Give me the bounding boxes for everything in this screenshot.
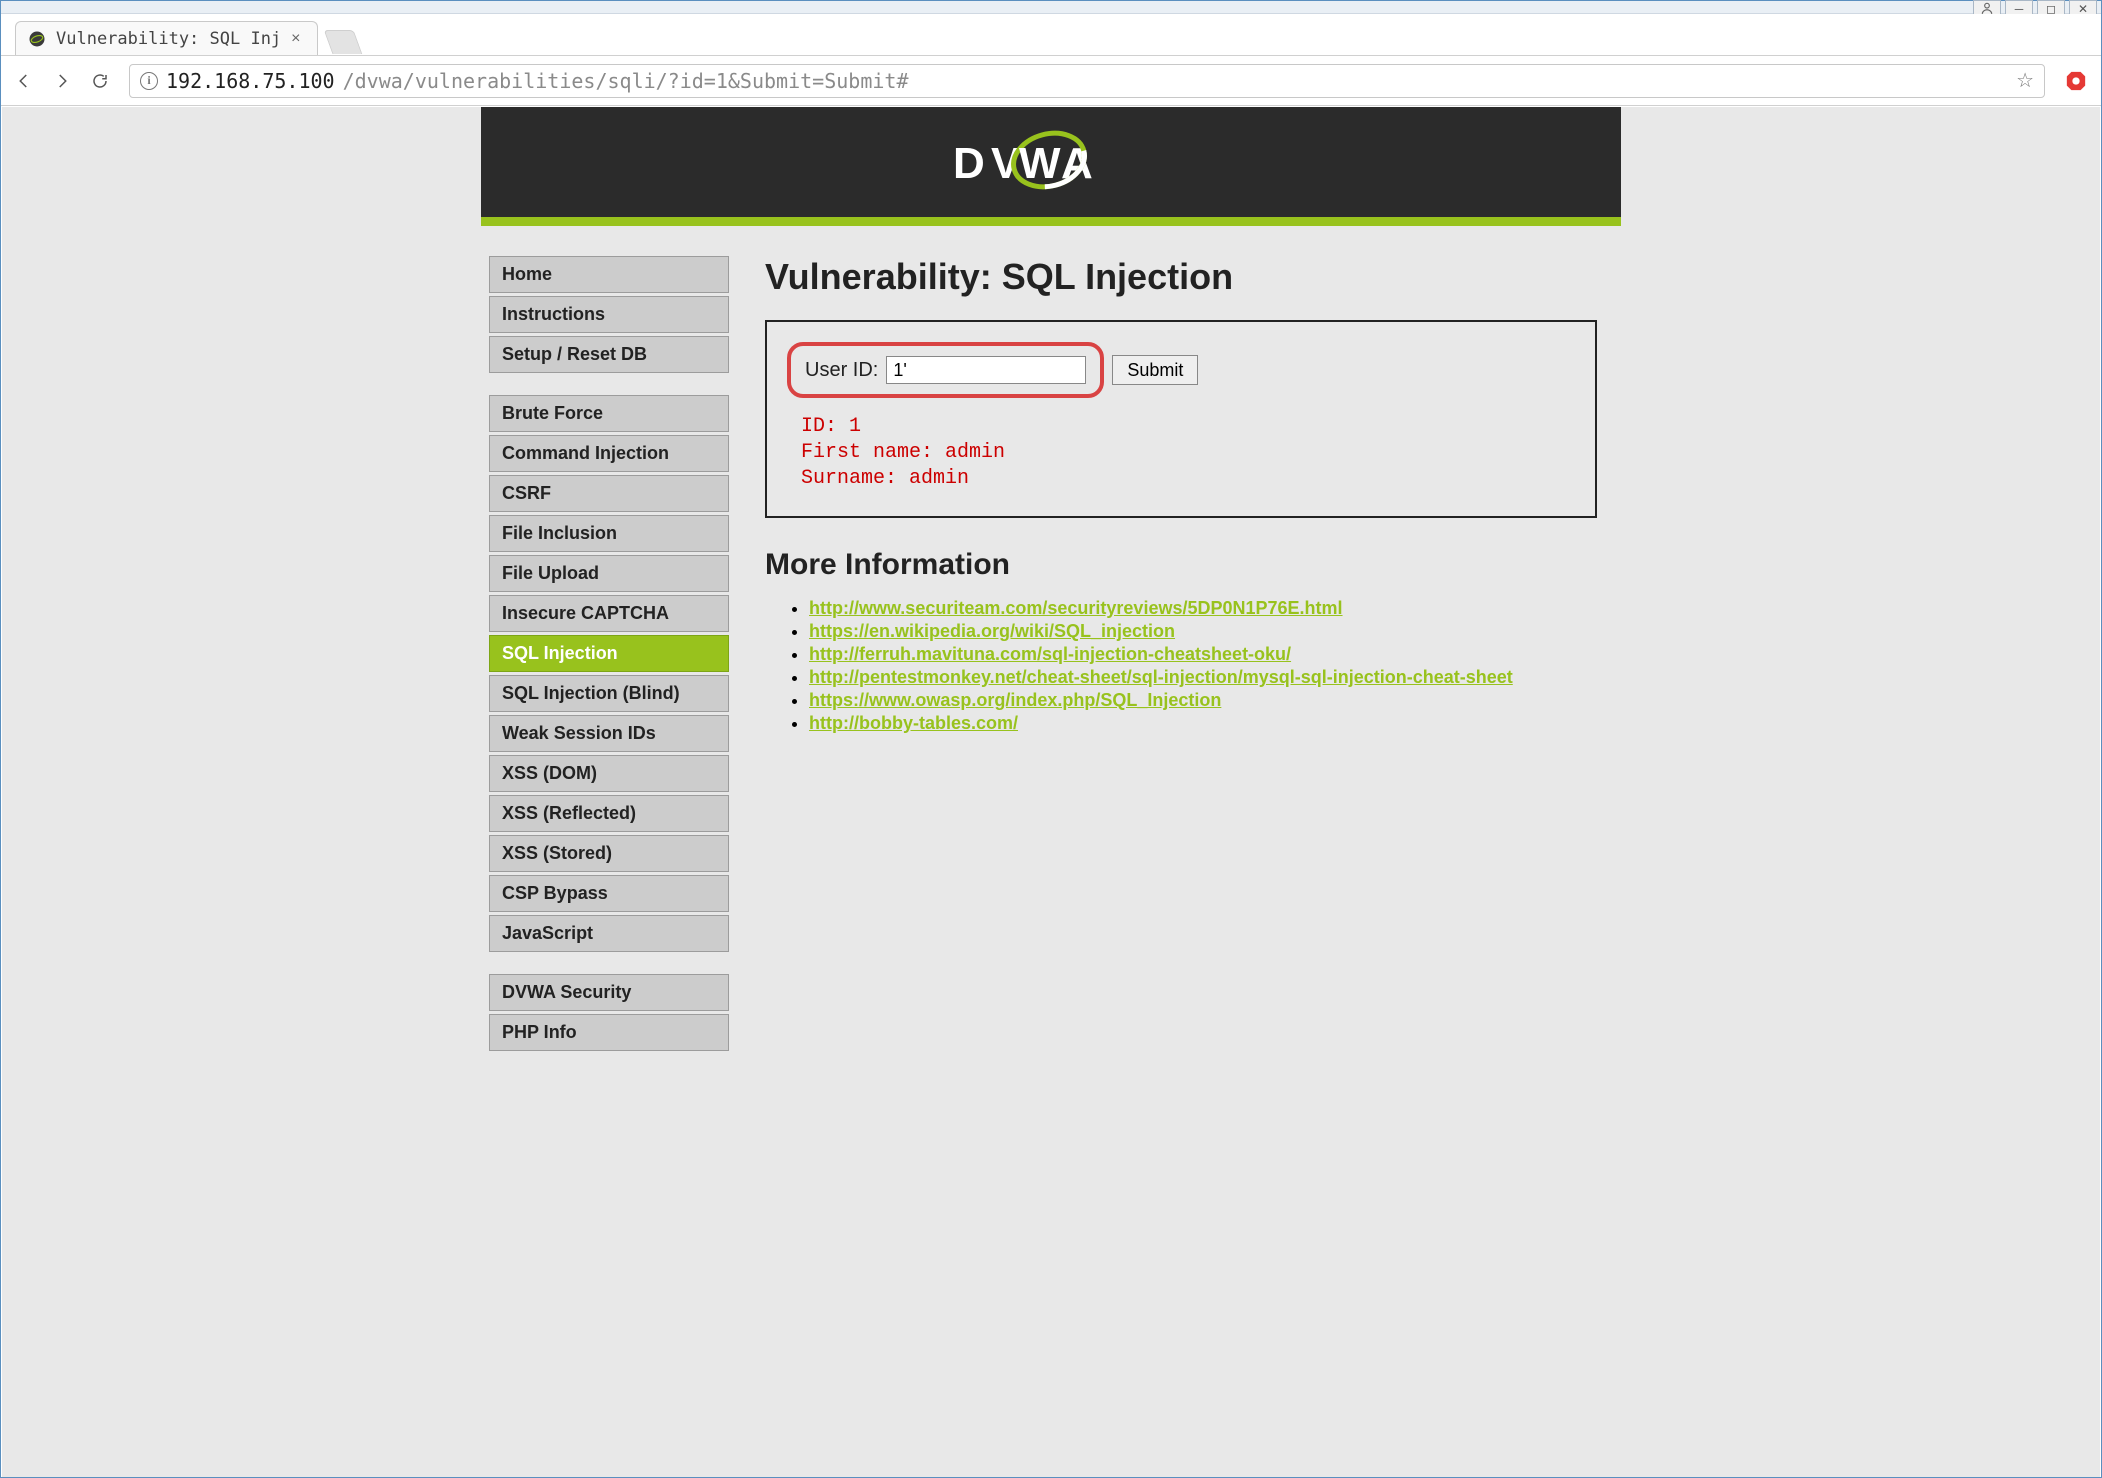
more-info-heading: More Information [765, 548, 1597, 582]
page-title: Vulnerability: SQL Injection [765, 256, 1597, 298]
app-window: ─ ◻ ✕ Vulnerability: SQL Inj × i 192.168… [0, 0, 2102, 1478]
sidebar-item-file-inclusion[interactable]: File Inclusion [489, 515, 729, 552]
vulnerability-form-box: User ID: Submit ID: 1 First name: admin … [765, 320, 1597, 518]
user-id-input[interactable] [886, 356, 1086, 384]
more-info-links: http://www.securiteam.com/securityreview… [765, 598, 1597, 734]
header-accent-bar [481, 217, 1621, 226]
tab-title: Vulnerability: SQL Inj [56, 29, 281, 49]
sidebar-item-sql-injection[interactable]: SQL Injection [489, 635, 729, 672]
main-content: Vulnerability: SQL Injection User ID: Su… [741, 256, 1621, 1073]
page-container: D V A W HomeInstructionsSetup / Reset DB… [481, 107, 1621, 1073]
query-result-output: ID: 1 First name: admin Surname: admin [801, 414, 1575, 492]
browser-tabstrip: Vulnerability: SQL Inj × [1, 14, 2101, 56]
browser-tab-active[interactable]: Vulnerability: SQL Inj × [15, 21, 318, 55]
browser-viewport: D V A W HomeInstructionsSetup / Reset DB… [2, 107, 2100, 1477]
url-host: 192.168.75.100 [166, 69, 335, 93]
sidebar-group: HomeInstructionsSetup / Reset DB [489, 256, 729, 373]
sidebar-item-home[interactable]: Home [489, 256, 729, 293]
sidebar-item-insecure-captcha[interactable]: Insecure CAPTCHA [489, 595, 729, 632]
user-id-label: User ID: [805, 359, 878, 382]
sidebar-item-csp-bypass[interactable]: CSP Bypass [489, 875, 729, 912]
sidebar-item-xss-dom[interactable]: XSS (DOM) [489, 755, 729, 792]
list-item: https://www.owasp.org/index.php/SQL_Inje… [809, 690, 1597, 711]
list-item: http://bobby-tables.com/ [809, 713, 1597, 734]
svg-text:V: V [991, 139, 1021, 188]
list-item: http://ferruh.mavituna.com/sql-injection… [809, 644, 1597, 665]
list-item: http://www.securiteam.com/securityreview… [809, 598, 1597, 619]
info-link[interactable]: http://pentestmonkey.net/cheat-sheet/sql… [809, 667, 1513, 687]
list-item: https://en.wikipedia.org/wiki/SQL_inject… [809, 621, 1597, 642]
sidebar-item-command-injection[interactable]: Command Injection [489, 435, 729, 472]
sidebar-item-xss-reflected[interactable]: XSS (Reflected) [489, 795, 729, 832]
sidebar-item-weak-session-ids[interactable]: Weak Session IDs [489, 715, 729, 752]
bookmark-star-icon[interactable]: ☆ [2016, 68, 2034, 93]
site-info-icon[interactable]: i [140, 72, 158, 90]
info-link[interactable]: https://en.wikipedia.org/wiki/SQL_inject… [809, 621, 1175, 641]
window-titlebar: ─ ◻ ✕ [1, 1, 2101, 14]
input-highlight-frame: User ID: [787, 342, 1104, 398]
svg-text:D: D [953, 139, 985, 188]
nav-back-button[interactable] [15, 72, 33, 90]
sidebar-group: DVWA SecurityPHP Info [489, 974, 729, 1051]
sidebar-item-csrf[interactable]: CSRF [489, 475, 729, 512]
sidebar-item-instructions[interactable]: Instructions [489, 296, 729, 333]
sidebar-item-sql-injection-blind[interactable]: SQL Injection (Blind) [489, 675, 729, 712]
sidebar-item-dvwa-security[interactable]: DVWA Security [489, 974, 729, 1011]
info-link[interactable]: http://bobby-tables.com/ [809, 713, 1018, 733]
info-link[interactable]: https://www.owasp.org/index.php/SQL_Inje… [809, 690, 1221, 710]
dvwa-logo: D V A W [941, 122, 1161, 202]
extension-adblock-icon[interactable] [2065, 70, 2087, 92]
sidebar-item-brute-force[interactable]: Brute Force [489, 395, 729, 432]
sidebar-group: Brute ForceCommand InjectionCSRFFile Inc… [489, 395, 729, 952]
new-tab-button[interactable] [323, 30, 362, 54]
nav-reload-button[interactable] [91, 72, 109, 90]
address-bar[interactable]: i 192.168.75.100/dvwa/vulnerabilities/sq… [129, 64, 2045, 98]
sidebar-item-file-upload[interactable]: File Upload [489, 555, 729, 592]
sidebar-menu: HomeInstructionsSetup / Reset DB Brute Fo… [481, 256, 741, 1073]
list-item: http://pentestmonkey.net/cheat-sheet/sql… [809, 667, 1597, 688]
sidebar-item-setup-reset-db[interactable]: Setup / Reset DB [489, 336, 729, 373]
svg-text:W: W [1019, 139, 1061, 188]
url-path: /dvwa/vulnerabilities/sqli/?id=1&Submit=… [343, 69, 909, 93]
info-link[interactable]: http://www.securiteam.com/securityreview… [809, 598, 1343, 618]
tab-favicon-icon [28, 30, 46, 48]
tab-close-icon[interactable]: × [291, 30, 300, 48]
sidebar-item-xss-stored[interactable]: XSS (Stored) [489, 835, 729, 872]
app-header: D V A W [481, 107, 1621, 217]
sidebar-item-php-info[interactable]: PHP Info [489, 1014, 729, 1051]
info-link[interactable]: http://ferruh.mavituna.com/sql-injection… [809, 644, 1291, 664]
sidebar-item-javascript[interactable]: JavaScript [489, 915, 729, 952]
nav-forward-button[interactable] [53, 72, 71, 90]
submit-button[interactable]: Submit [1112, 355, 1198, 385]
browser-toolbar: i 192.168.75.100/dvwa/vulnerabilities/sq… [1, 56, 2101, 106]
page-scroll-area[interactable]: D V A W HomeInstructionsSetup / Reset DB… [2, 107, 2100, 1477]
